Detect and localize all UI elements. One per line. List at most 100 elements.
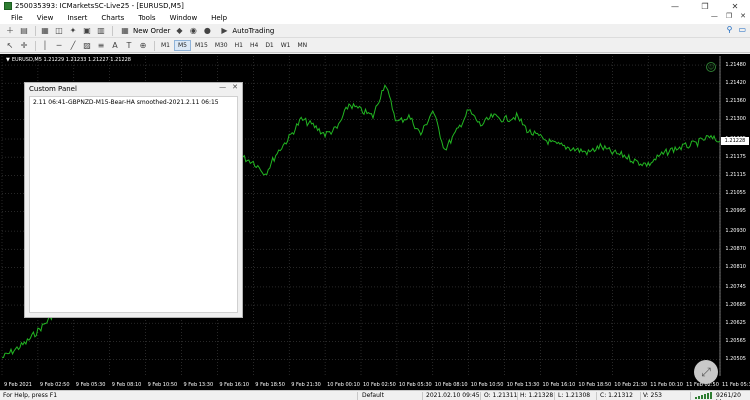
connection-bars-icon (695, 392, 713, 399)
y-tick-label: 1.21480 (725, 62, 746, 69)
menu-help[interactable]: Help (204, 14, 234, 22)
chat-icon[interactable]: ▭ (738, 25, 746, 34)
text-icon[interactable]: A (109, 40, 121, 51)
y-tick-label: 1.20505 (725, 356, 746, 363)
dropdown-icon[interactable]: ▼ (6, 57, 10, 63)
status-divider (422, 392, 423, 400)
y-tick-label: 1.21115 (725, 172, 746, 179)
cursor-icon[interactable]: ↖ (4, 40, 16, 51)
status-divider (690, 392, 691, 400)
x-tick-label: 9 Feb 02:50 (39, 382, 70, 388)
y-tick-label: 1.20810 (725, 264, 746, 271)
timeframe-m30[interactable]: M30 (212, 41, 231, 50)
menu-file[interactable]: File (4, 14, 30, 22)
timeframe-h1[interactable]: H1 (232, 41, 246, 50)
profile-name: Default (362, 392, 384, 399)
drawing-toolbar: ↖ ✛ │ ─ ╱ ▨ ≡ A T ⊕ M1 M5 M15 M30 H1 H4 … (0, 39, 750, 53)
timeframe-d1[interactable]: D1 (262, 41, 276, 50)
menu-charts[interactable]: Charts (94, 14, 131, 22)
y-tick-label: 1.21175 (725, 154, 746, 161)
x-tick-label: 10 Feb 21:30 (614, 382, 648, 388)
crosshair-icon[interactable]: ✛ (18, 40, 30, 51)
data-window-icon[interactable]: ◫ (53, 25, 65, 36)
current-price-label: 1.21228 (721, 137, 749, 146)
fibonacci-icon[interactable]: ≡ (95, 40, 107, 51)
market-icon[interactable]: ● (201, 25, 213, 36)
panel-title-bar[interactable]: Custom Panel — ✕ (25, 83, 242, 95)
chart-header-text: EURUSD,M5 1.21229 1.21233 1.21227 1.2122… (11, 57, 131, 63)
profiles-icon[interactable]: ▤ (18, 25, 30, 36)
panel-minimize-icon[interactable]: — (219, 83, 226, 91)
traffic-counter[interactable]: 9261/20 kb (716, 392, 750, 400)
menu-view[interactable]: View (30, 14, 61, 22)
status-divider (480, 392, 481, 400)
y-tick-label: 1.20745 (725, 283, 746, 290)
label-icon[interactable]: T (123, 40, 135, 51)
x-tick-label: 9 Feb 13:30 (183, 382, 214, 388)
timeframe-h4[interactable]: H4 (247, 41, 261, 50)
new-chart-icon[interactable]: ＋ (4, 25, 16, 36)
title-bar: 250035393: ICMarketsSC-Live25 - [EURUSD,… (0, 0, 750, 12)
y-tick-label: 1.21055 (725, 190, 746, 197)
help-text: For Help, press F1 (3, 392, 58, 399)
strategy-tester-icon[interactable]: ▥ (95, 25, 107, 36)
status-divider (596, 392, 597, 400)
expert-smile-icon: ☺ (706, 62, 716, 72)
y-tick-label: 1.21300 (725, 116, 746, 123)
toolbar-divider (154, 40, 155, 51)
toolbar-right-icons: ⚲ ▭ (727, 25, 746, 34)
horizontal-line-icon[interactable]: ─ (53, 40, 65, 51)
timeframe-m15[interactable]: M15 (192, 41, 211, 50)
y-tick-label: 1.20870 (725, 246, 746, 253)
new-order-button[interactable]: ▦ New Order (116, 25, 173, 36)
panel-content: 2.11 06:41-GBPNZD-M15-Bear-HA smoothed-2… (29, 96, 238, 313)
toolbar-divider (35, 25, 36, 36)
terminal-icon[interactable]: ▣ (81, 25, 93, 36)
bar-low: L: 1.21308 (558, 392, 591, 399)
x-tick-label: 10 Feb 02:50 (363, 382, 396, 388)
chart-header: ▼ EURUSD,M5 1.21229 1.21233 1.21227 1.21… (6, 57, 131, 63)
bar-close: C: 1.21312 (600, 392, 633, 399)
navigator-icon[interactable]: ✦ (67, 25, 79, 36)
shapes-icon[interactable]: ⊕ (137, 40, 149, 51)
autotrading-button[interactable]: ▶ AutoTrading (215, 25, 277, 36)
y-tick-label: 1.20995 (725, 208, 746, 215)
close-icon[interactable]: ✕ (720, 0, 750, 12)
x-tick-label: 11 Feb 00:10 (650, 382, 683, 388)
market-watch-icon[interactable]: ▦ (39, 25, 51, 36)
search-icon[interactable]: ⚲ (727, 25, 733, 34)
panel-title: Custom Panel (29, 85, 77, 93)
menu-tools[interactable]: Tools (131, 14, 162, 22)
panel-close-icon[interactable]: ✕ (232, 83, 238, 91)
signals-icon[interactable]: ◉ (187, 25, 199, 36)
autotrading-label: AutoTrading (232, 26, 275, 35)
meta-editor-icon[interactable]: ◆ (173, 25, 185, 36)
timeframe-mn[interactable]: MN (295, 41, 311, 50)
timeframe-w1[interactable]: W1 (278, 41, 294, 50)
menu-window[interactable]: Window (163, 14, 205, 22)
channel-icon[interactable]: ▨ (81, 40, 93, 51)
x-tick-label: 10 Feb 16:10 (542, 382, 576, 388)
chart-restore-icon[interactable]: ❐ (726, 12, 732, 20)
x-tick-label: 10 Feb 08:10 (434, 382, 468, 388)
app-icon (4, 2, 12, 10)
chart-close-icon[interactable]: ✕ (740, 12, 746, 20)
trendline-icon[interactable]: ╱ (67, 40, 79, 51)
timeframe-m1[interactable]: M1 (158, 41, 173, 50)
new-order-icon: ▦ (121, 26, 129, 35)
status-divider (554, 392, 555, 400)
vertical-line-icon[interactable]: │ (39, 40, 51, 51)
bar-high: H: 1.21328 (520, 392, 554, 399)
custom-panel[interactable]: Custom Panel — ✕ 2.11 06:41-GBPNZD-M15-B… (24, 82, 243, 318)
expand-icon[interactable]: ⤢ (694, 360, 718, 384)
chart-minimize-icon[interactable]: — (711, 12, 718, 20)
menu-insert[interactable]: Insert (60, 14, 94, 22)
x-tick-label: 10 Feb 13:30 (506, 382, 540, 388)
timeframe-m5[interactable]: M5 (174, 40, 191, 51)
x-tick-label: 9 Feb 18:50 (255, 382, 285, 388)
status-bar: For Help, press F1 Default 2021.02.10 09… (0, 390, 750, 400)
maximize-icon[interactable]: ❐ (690, 0, 720, 12)
minimize-icon[interactable]: — (660, 0, 690, 12)
menu-bar: File View Insert Charts Tools Window Hel… (0, 12, 750, 24)
y-tick-label: 1.20685 (725, 302, 746, 309)
